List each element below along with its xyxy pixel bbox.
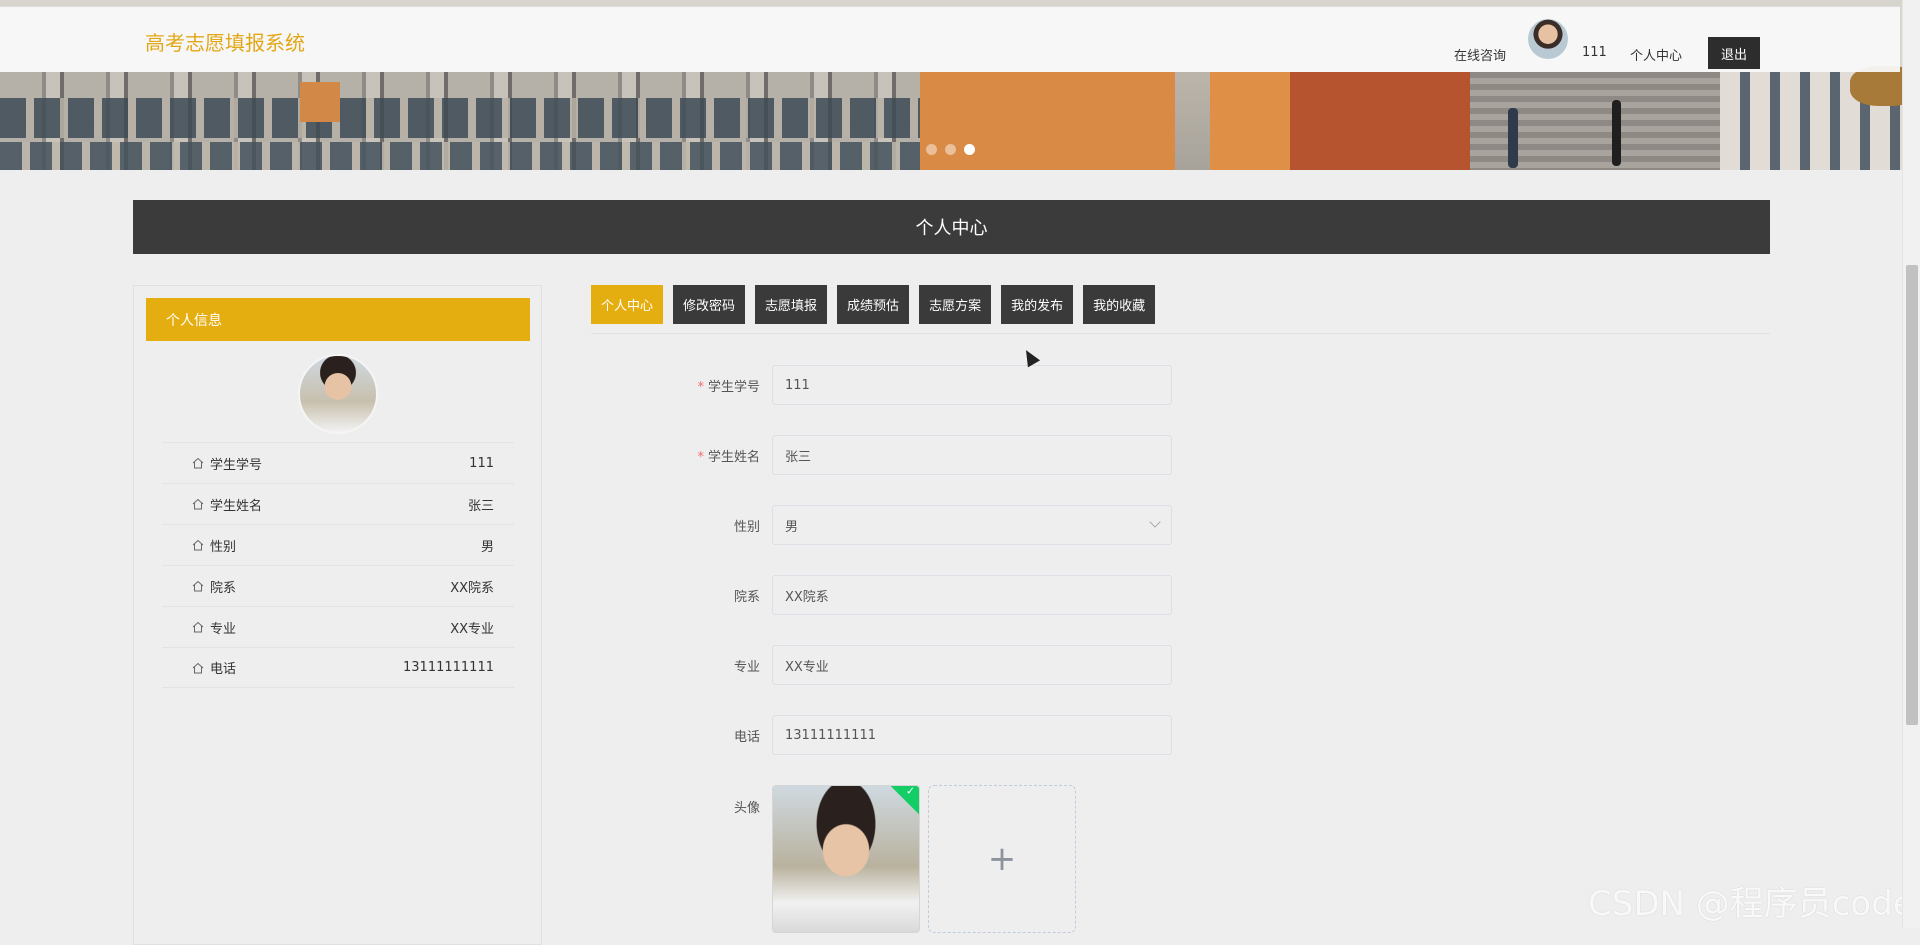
- profile-info-row: 电话 13111111111: [162, 647, 514, 688]
- home-icon: [192, 580, 204, 592]
- profile-avatar: [298, 354, 378, 434]
- profile-card-title: 个人信息: [146, 298, 530, 341]
- avatar-upload-button[interactable]: +: [928, 785, 1076, 933]
- profile-info-value: 13111111111: [403, 660, 494, 675]
- profile-info-row: 性别 男: [162, 524, 514, 565]
- nav-consult-link[interactable]: 在线咨询: [1454, 45, 1506, 64]
- profile-info-value: 111: [469, 455, 494, 471]
- profile-info-label: 电话: [210, 662, 237, 677]
- tab-application-plan[interactable]: 志愿方案: [919, 285, 992, 324]
- profile-info-row: 学生姓名 张三: [162, 483, 514, 524]
- banner-orange-panel: [1210, 72, 1290, 170]
- form-label: 电话: [733, 729, 760, 745]
- profile-info-label: 性别: [210, 539, 237, 555]
- nav-username: 111: [1582, 45, 1607, 60]
- profile-card: 个人信息 学生学号 111 学生姓名 张三 性别 男 院系 XX院系 专业 XX…: [133, 285, 542, 945]
- home-icon: [192, 662, 204, 673]
- chevron-down-icon: [1149, 516, 1161, 528]
- page-title: 个人中心: [133, 200, 1770, 254]
- profile-info-list: 学生学号 111 学生姓名 张三 性别 男 院系 XX院系 专业 XX专业 电话…: [162, 442, 514, 688]
- profile-info-row: 专业 XX专业: [162, 606, 514, 647]
- major-input[interactable]: XX专业: [772, 645, 1172, 685]
- avatar-upload-preview[interactable]: ✓: [772, 785, 920, 933]
- profile-info-label: 院系: [210, 580, 237, 596]
- profile-info-row: 院系 XX院系: [162, 565, 514, 606]
- profile-info-label: 学生学号: [210, 457, 263, 473]
- profile-info-value: XX专业: [450, 621, 494, 637]
- tab-application[interactable]: 志愿填报: [755, 285, 828, 324]
- carousel-dot-active[interactable]: [964, 144, 975, 155]
- profile-tabs: 个人中心 修改密码 志愿填报 成绩预估 志愿方案 我的发布 我的收藏: [591, 285, 1156, 324]
- carousel-dot[interactable]: [926, 144, 937, 155]
- form-label: 头像: [733, 801, 760, 816]
- form-label: 院系: [733, 589, 760, 605]
- banner-brown-wall: [1290, 72, 1470, 170]
- form-label: 专业: [733, 659, 760, 675]
- form-row-student-no: * 学生学号 111: [640, 365, 1180, 405]
- tab-personal-center[interactable]: 个人中心: [591, 285, 664, 324]
- profile-info-label: 专业: [210, 621, 237, 637]
- profile-info-value: XX院系: [450, 580, 494, 596]
- nav-personal-center-link[interactable]: 个人中心: [1630, 45, 1682, 64]
- tab-my-favorites[interactable]: 我的收藏: [1083, 285, 1156, 324]
- banner-person: [1508, 108, 1518, 168]
- form-row-gender: 性别 男: [640, 505, 1180, 545]
- gender-select[interactable]: 男: [772, 505, 1172, 545]
- form-label: * 学生姓名: [697, 449, 760, 465]
- profile-info-value: 张三: [467, 498, 494, 514]
- student-no-input[interactable]: 111: [772, 365, 1172, 405]
- tabs-divider: [591, 333, 1770, 334]
- phone-input[interactable]: 13111111111: [772, 715, 1172, 755]
- required-mark: *: [697, 449, 704, 465]
- logout-button[interactable]: 退出: [1708, 37, 1760, 69]
- required-mark: *: [697, 379, 704, 395]
- banner-person: [1612, 100, 1621, 166]
- tab-my-posts[interactable]: 我的发布: [1001, 285, 1074, 324]
- scrollbar-thumb[interactable]: [1906, 265, 1918, 725]
- profile-info-row: 学生学号 111: [162, 442, 514, 483]
- home-icon: [192, 457, 204, 469]
- watermark-text: CSDN @程序员code: [1588, 884, 1914, 924]
- form-row-student-name: * 学生姓名 张三: [640, 435, 1180, 475]
- form-label: * 学生学号: [697, 379, 760, 395]
- user-avatar[interactable]: [1528, 19, 1568, 59]
- tab-score-estimate[interactable]: 成绩预估: [837, 285, 910, 324]
- carousel-dots: [926, 144, 975, 155]
- home-icon: [192, 539, 204, 551]
- form-row-department: 院系 XX院系: [640, 575, 1180, 615]
- department-input[interactable]: XX院系: [772, 575, 1172, 615]
- profile-info-label: 学生姓名: [210, 498, 263, 514]
- page-scrollbar[interactable]: [1902, 0, 1920, 928]
- student-name-input[interactable]: 张三: [772, 435, 1172, 475]
- form-label: 性别: [733, 519, 760, 535]
- form-row-avatar: 头像 ✓ +: [640, 785, 1076, 933]
- tab-change-password[interactable]: 修改密码: [673, 285, 746, 324]
- profile-info-value: 男: [480, 539, 494, 555]
- top-nav: 高考志愿填报系统 在线咨询 111 个人中心 退出: [0, 6, 1900, 72]
- home-icon: [192, 498, 204, 510]
- banner-orange-panel: [920, 72, 1175, 170]
- form-row-major: 专业 XX专业: [640, 645, 1180, 685]
- banner-panel: [300, 82, 340, 122]
- form-row-phone: 电话 13111111111: [640, 715, 1180, 755]
- gender-select-value: 男: [785, 519, 799, 535]
- upload-success-badge: ✓: [888, 785, 919, 817]
- carousel-dot[interactable]: [945, 144, 956, 155]
- site-title[interactable]: 高考志愿填报系统: [145, 27, 305, 56]
- check-icon: ✓: [905, 785, 916, 798]
- home-icon: [192, 621, 204, 633]
